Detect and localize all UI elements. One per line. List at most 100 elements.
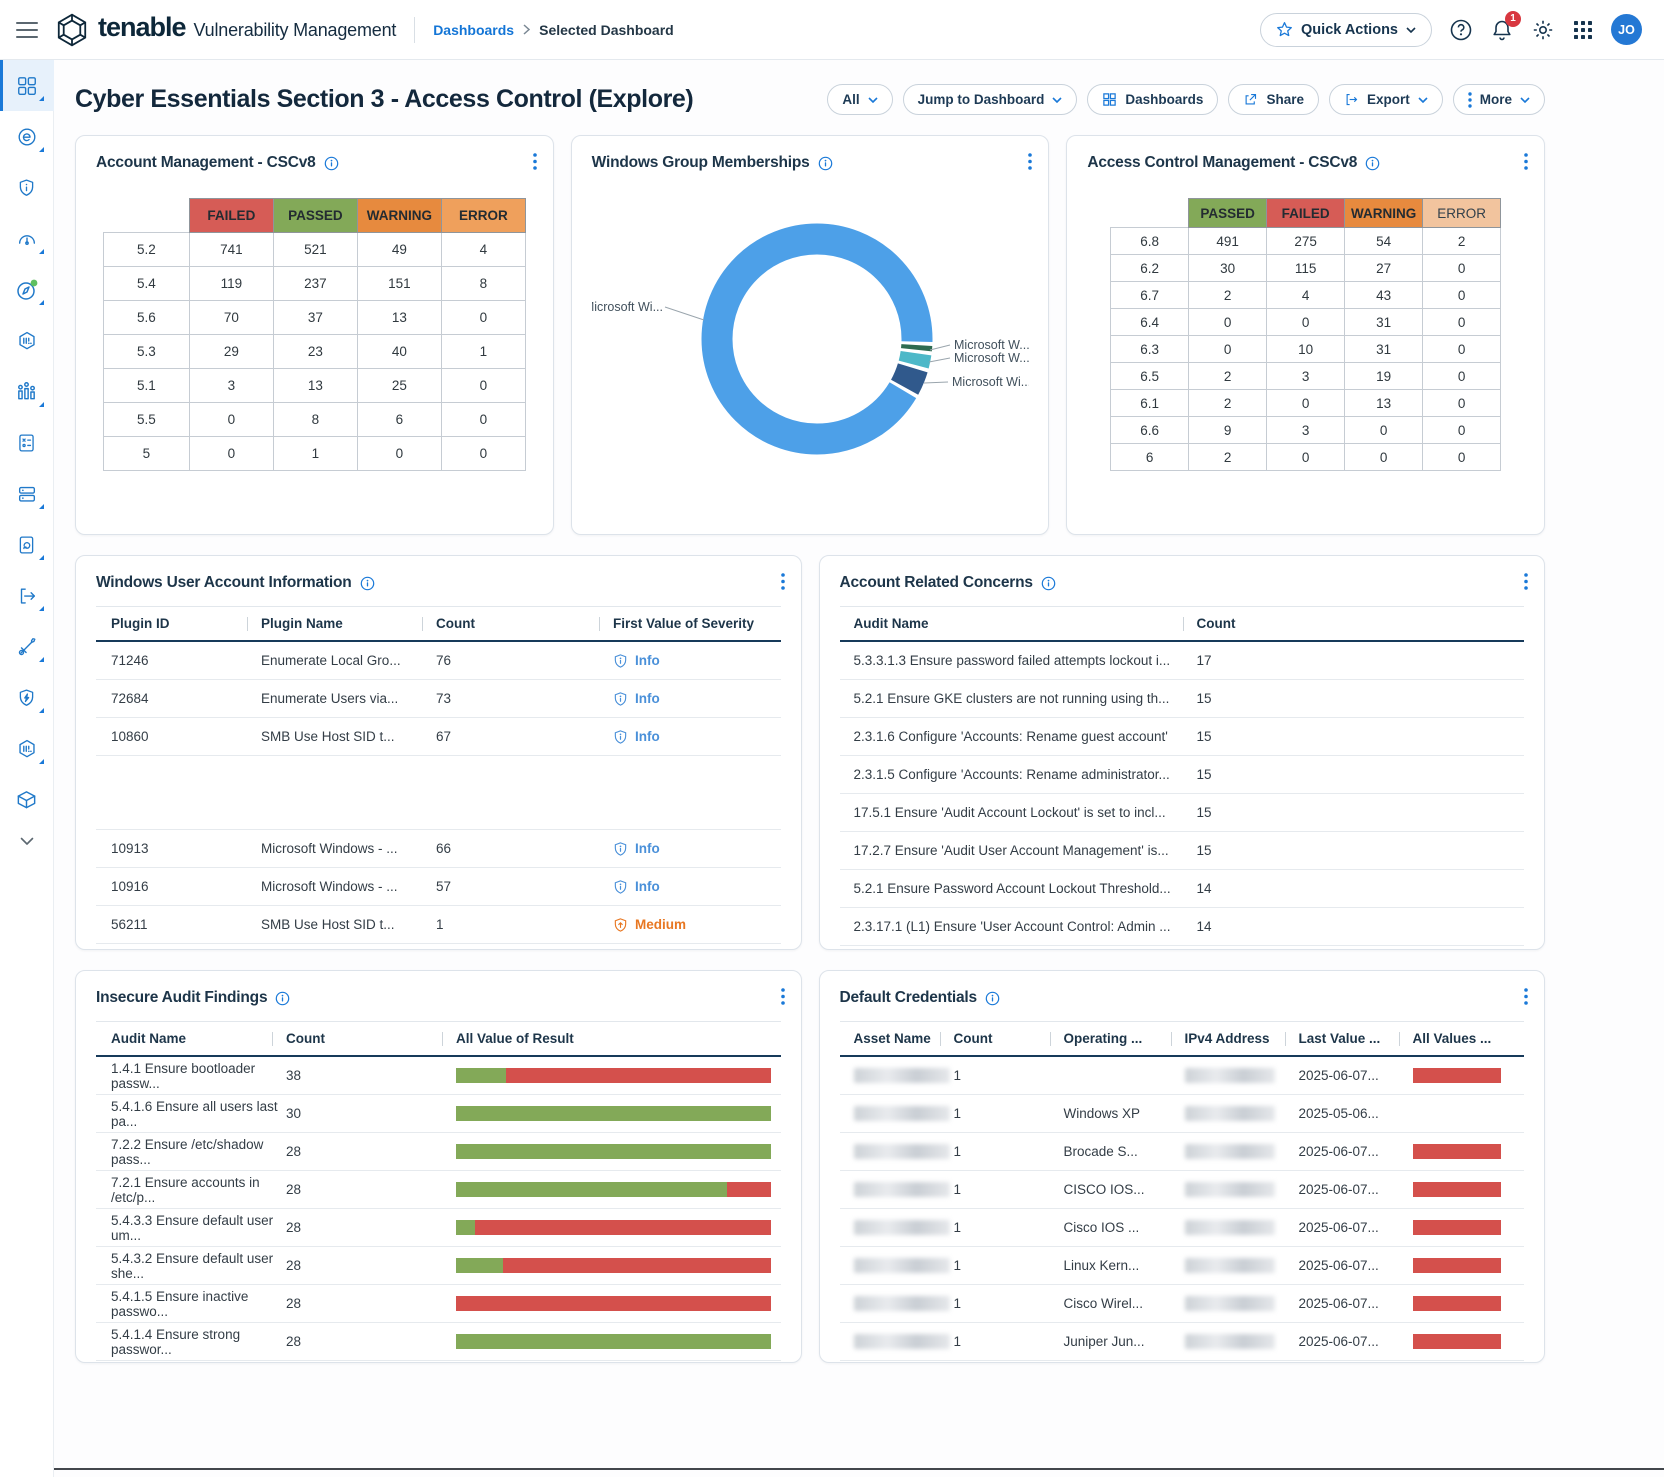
table-row[interactable]: 72684Enumerate Users via...73 Info <box>96 680 781 718</box>
matrix-cell[interactable]: 49 <box>357 233 441 267</box>
matrix-cell[interactable]: 6 <box>357 403 441 437</box>
sidebar-item-inventory[interactable] <box>0 723 54 774</box>
matrix-cell[interactable]: 0 <box>441 369 525 403</box>
table-row[interactable]: 10913Microsoft Windows - ...66 Info <box>96 830 781 868</box>
matrix-cell[interactable]: 0 <box>189 403 273 437</box>
sidebar-item-report-history[interactable] <box>0 519 54 570</box>
matrix-cell[interactable]: 0 <box>1345 417 1423 444</box>
severity-link[interactable]: Info <box>613 691 781 707</box>
table-row[interactable]: 7.2.1 Ensure accounts in /etc/p...28 <box>96 1171 781 1209</box>
matrix-cell[interactable]: 0 <box>1267 444 1345 471</box>
info-icon[interactable] <box>818 156 833 171</box>
matrix-cell[interactable]: 2 <box>1189 444 1267 471</box>
matrix-cell[interactable]: 70 <box>189 301 273 335</box>
sidebar-item-export[interactable] <box>0 570 54 621</box>
matrix-cell[interactable]: 237 <box>273 267 357 301</box>
matrix-cell[interactable]: 0 <box>441 437 525 471</box>
matrix-cell[interactable]: 40 <box>357 335 441 369</box>
matrix-cell[interactable]: 31 <box>1345 336 1423 363</box>
matrix-cell[interactable]: 0 <box>1423 390 1501 417</box>
matrix-cell[interactable]: 30 <box>1189 255 1267 282</box>
matrix-cell[interactable]: 4 <box>1267 282 1345 309</box>
sidebar-item-explore[interactable] <box>0 111 54 162</box>
table-row[interactable]: 2.3.1.5 Configure 'Accounts: Rename admi… <box>840 756 1525 794</box>
sidebar-item-findings[interactable] <box>0 162 54 213</box>
quick-actions-button[interactable]: Quick Actions <box>1260 13 1432 47</box>
table-row[interactable]: 2.3.17.1 (L1) Ensure 'User Account Contr… <box>840 908 1525 946</box>
dashboards-button[interactable]: Dashboards <box>1087 84 1218 115</box>
info-icon[interactable] <box>324 156 339 171</box>
matrix-cell[interactable]: 151 <box>357 267 441 301</box>
matrix-cell[interactable]: 25 <box>357 369 441 403</box>
matrix-cell[interactable]: 741 <box>189 233 273 267</box>
table-row[interactable]: 10860SMB Use Host SID t...67 Info <box>96 718 781 756</box>
table-row[interactable]: 5.2.1 Ensure Password Account Lockout Th… <box>840 870 1525 908</box>
matrix-cell[interactable]: 0 <box>441 403 525 437</box>
table-row[interactable]: 1Windows XP2025-05-06... <box>840 1095 1525 1133</box>
matrix-cell[interactable]: 2 <box>1189 363 1267 390</box>
table-row[interactable]: 5.4.1.5 Ensure inactive passwo...28 <box>96 1285 781 1323</box>
matrix-cell[interactable]: 37 <box>273 301 357 335</box>
matrix-cell[interactable]: 29 <box>189 335 273 369</box>
settings-gear-button[interactable] <box>1531 18 1555 42</box>
matrix-cell[interactable]: 0 <box>441 301 525 335</box>
matrix-cell[interactable]: 3 <box>1267 417 1345 444</box>
matrix-cell[interactable]: 19 <box>1345 363 1423 390</box>
matrix-cell[interactable]: 0 <box>1189 336 1267 363</box>
sidebar-item-dashboards[interactable] <box>0 60 54 111</box>
severity-link[interactable]: Info <box>613 879 781 895</box>
sidebar-item-audits[interactable] <box>0 417 54 468</box>
table-row[interactable]: 1.4.1 Ensure bootloader passw...38 <box>96 1057 781 1095</box>
matrix-cell[interactable]: 10 <box>1267 336 1345 363</box>
matrix-cell[interactable]: 0 <box>1423 255 1501 282</box>
notifications-bell-button[interactable]: 1 <box>1490 18 1514 42</box>
matrix-cell[interactable]: 27 <box>1345 255 1423 282</box>
matrix-cell[interactable]: 0 <box>357 437 441 471</box>
table-row[interactable]: 7.2.2 Ensure /etc/shadow pass...28 <box>96 1133 781 1171</box>
matrix-cell[interactable]: 3 <box>1267 363 1345 390</box>
share-button[interactable]: Share <box>1228 84 1319 115</box>
jump-to-dashboard-button[interactable]: Jump to Dashboard <box>903 84 1078 115</box>
matrix-cell[interactable]: 31 <box>1345 309 1423 336</box>
breadcrumb-dashboards-link[interactable]: Dashboards <box>433 22 514 38</box>
matrix-cell[interactable]: 2 <box>1423 228 1501 255</box>
matrix-cell[interactable]: 491 <box>1189 228 1267 255</box>
hamburger-menu-icon[interactable] <box>16 22 38 38</box>
severity-link[interactable]: Info <box>613 729 781 745</box>
matrix-cell[interactable]: 115 <box>1267 255 1345 282</box>
matrix-cell[interactable]: 0 <box>1423 363 1501 390</box>
table-row[interactable]: 1Cisco Wirel...2025-06-07... <box>840 1285 1525 1323</box>
matrix-cell[interactable]: 0 <box>1345 444 1423 471</box>
sidebar-item-sensors[interactable] <box>0 468 54 519</box>
matrix-cell[interactable]: 13 <box>357 301 441 335</box>
matrix-cell[interactable]: 4 <box>441 233 525 267</box>
panel-menu-kebab[interactable] <box>1028 153 1032 170</box>
sidebar-item-reports[interactable] <box>0 366 54 417</box>
matrix-cell[interactable]: 8 <box>441 267 525 301</box>
matrix-cell[interactable]: 0 <box>189 437 273 471</box>
matrix-cell[interactable]: 54 <box>1345 228 1423 255</box>
table-row[interactable]: 10916Microsoft Windows - ...57 Info <box>96 868 781 906</box>
matrix-cell[interactable]: 0 <box>1423 417 1501 444</box>
donut-chart[interactable]: Microsoft Wi... Microsoft W... Microsoft… <box>592 174 1029 484</box>
filter-all-button[interactable]: All <box>827 84 892 115</box>
matrix-cell[interactable]: 23 <box>273 335 357 369</box>
matrix-cell[interactable]: 9 <box>1189 417 1267 444</box>
table-row[interactable]: 5.4.3.3 Ensure default user um...28 <box>96 1209 781 1247</box>
info-icon[interactable] <box>275 991 290 1006</box>
table-row[interactable]: 1Brocade S...2025-06-07... <box>840 1133 1525 1171</box>
sidebar-collapse-button[interactable] <box>0 827 54 855</box>
table-row[interactable]: 5.4.3.2 Ensure default user she...28 <box>96 1247 781 1285</box>
info-icon[interactable] <box>1041 576 1056 591</box>
matrix-cell[interactable]: 0 <box>1423 309 1501 336</box>
matrix-cell[interactable]: 0 <box>1423 444 1501 471</box>
severity-link[interactable]: Info <box>613 841 781 857</box>
table-row[interactable]: 1CISCO IOS...2025-06-07... <box>840 1171 1525 1209</box>
matrix-cell[interactable]: 1 <box>273 437 357 471</box>
table-row[interactable]: 5.4.1.4 Ensure strong passwor...28 <box>96 1323 781 1361</box>
sidebar-item-gauge[interactable] <box>0 213 54 264</box>
matrix-cell[interactable]: 0 <box>1189 309 1267 336</box>
severity-link[interactable]: Info <box>613 653 781 669</box>
panel-menu-kebab[interactable] <box>1524 153 1528 170</box>
table-row[interactable]: 5.4.1.6 Ensure all users last pa...30 <box>96 1095 781 1133</box>
